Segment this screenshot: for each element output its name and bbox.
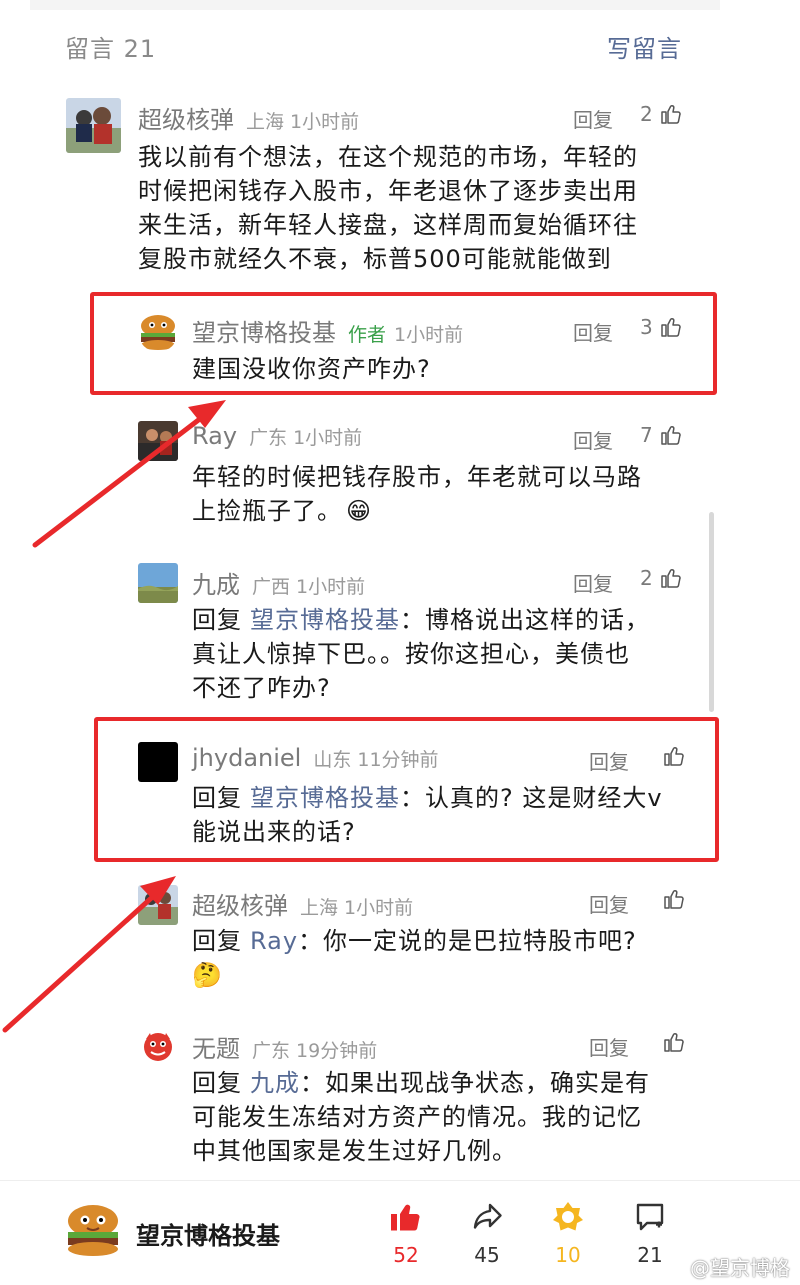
arrow-line-1	[32, 412, 208, 548]
bottom-action-bar: 望京博格投基 52 45 10 21	[0, 1180, 800, 1285]
like-count: 52	[393, 1243, 419, 1267]
account-name[interactable]: 望京博格投基	[136, 1216, 280, 1251]
favorite-count: 10	[555, 1243, 581, 1267]
share-button[interactable]: 45	[457, 1199, 517, 1267]
flower-icon	[553, 1202, 583, 1231]
comment-count: 21	[637, 1243, 663, 1267]
like-article-button[interactable]: 52	[376, 1199, 436, 1267]
comment-add-icon	[636, 1203, 664, 1231]
favorite-button[interactable]: 10	[538, 1199, 598, 1267]
arrow-line-2	[2, 889, 161, 1033]
comment-button[interactable]: 21	[620, 1199, 680, 1267]
share-count: 45	[474, 1243, 500, 1267]
weibo-watermark: @望京博格	[690, 1256, 790, 1280]
share-icon	[473, 1203, 502, 1229]
annotation-arrows	[2, 400, 226, 1033]
account-avatar[interactable]	[64, 1201, 122, 1259]
thumbs-up-filled-icon	[391, 1204, 420, 1231]
